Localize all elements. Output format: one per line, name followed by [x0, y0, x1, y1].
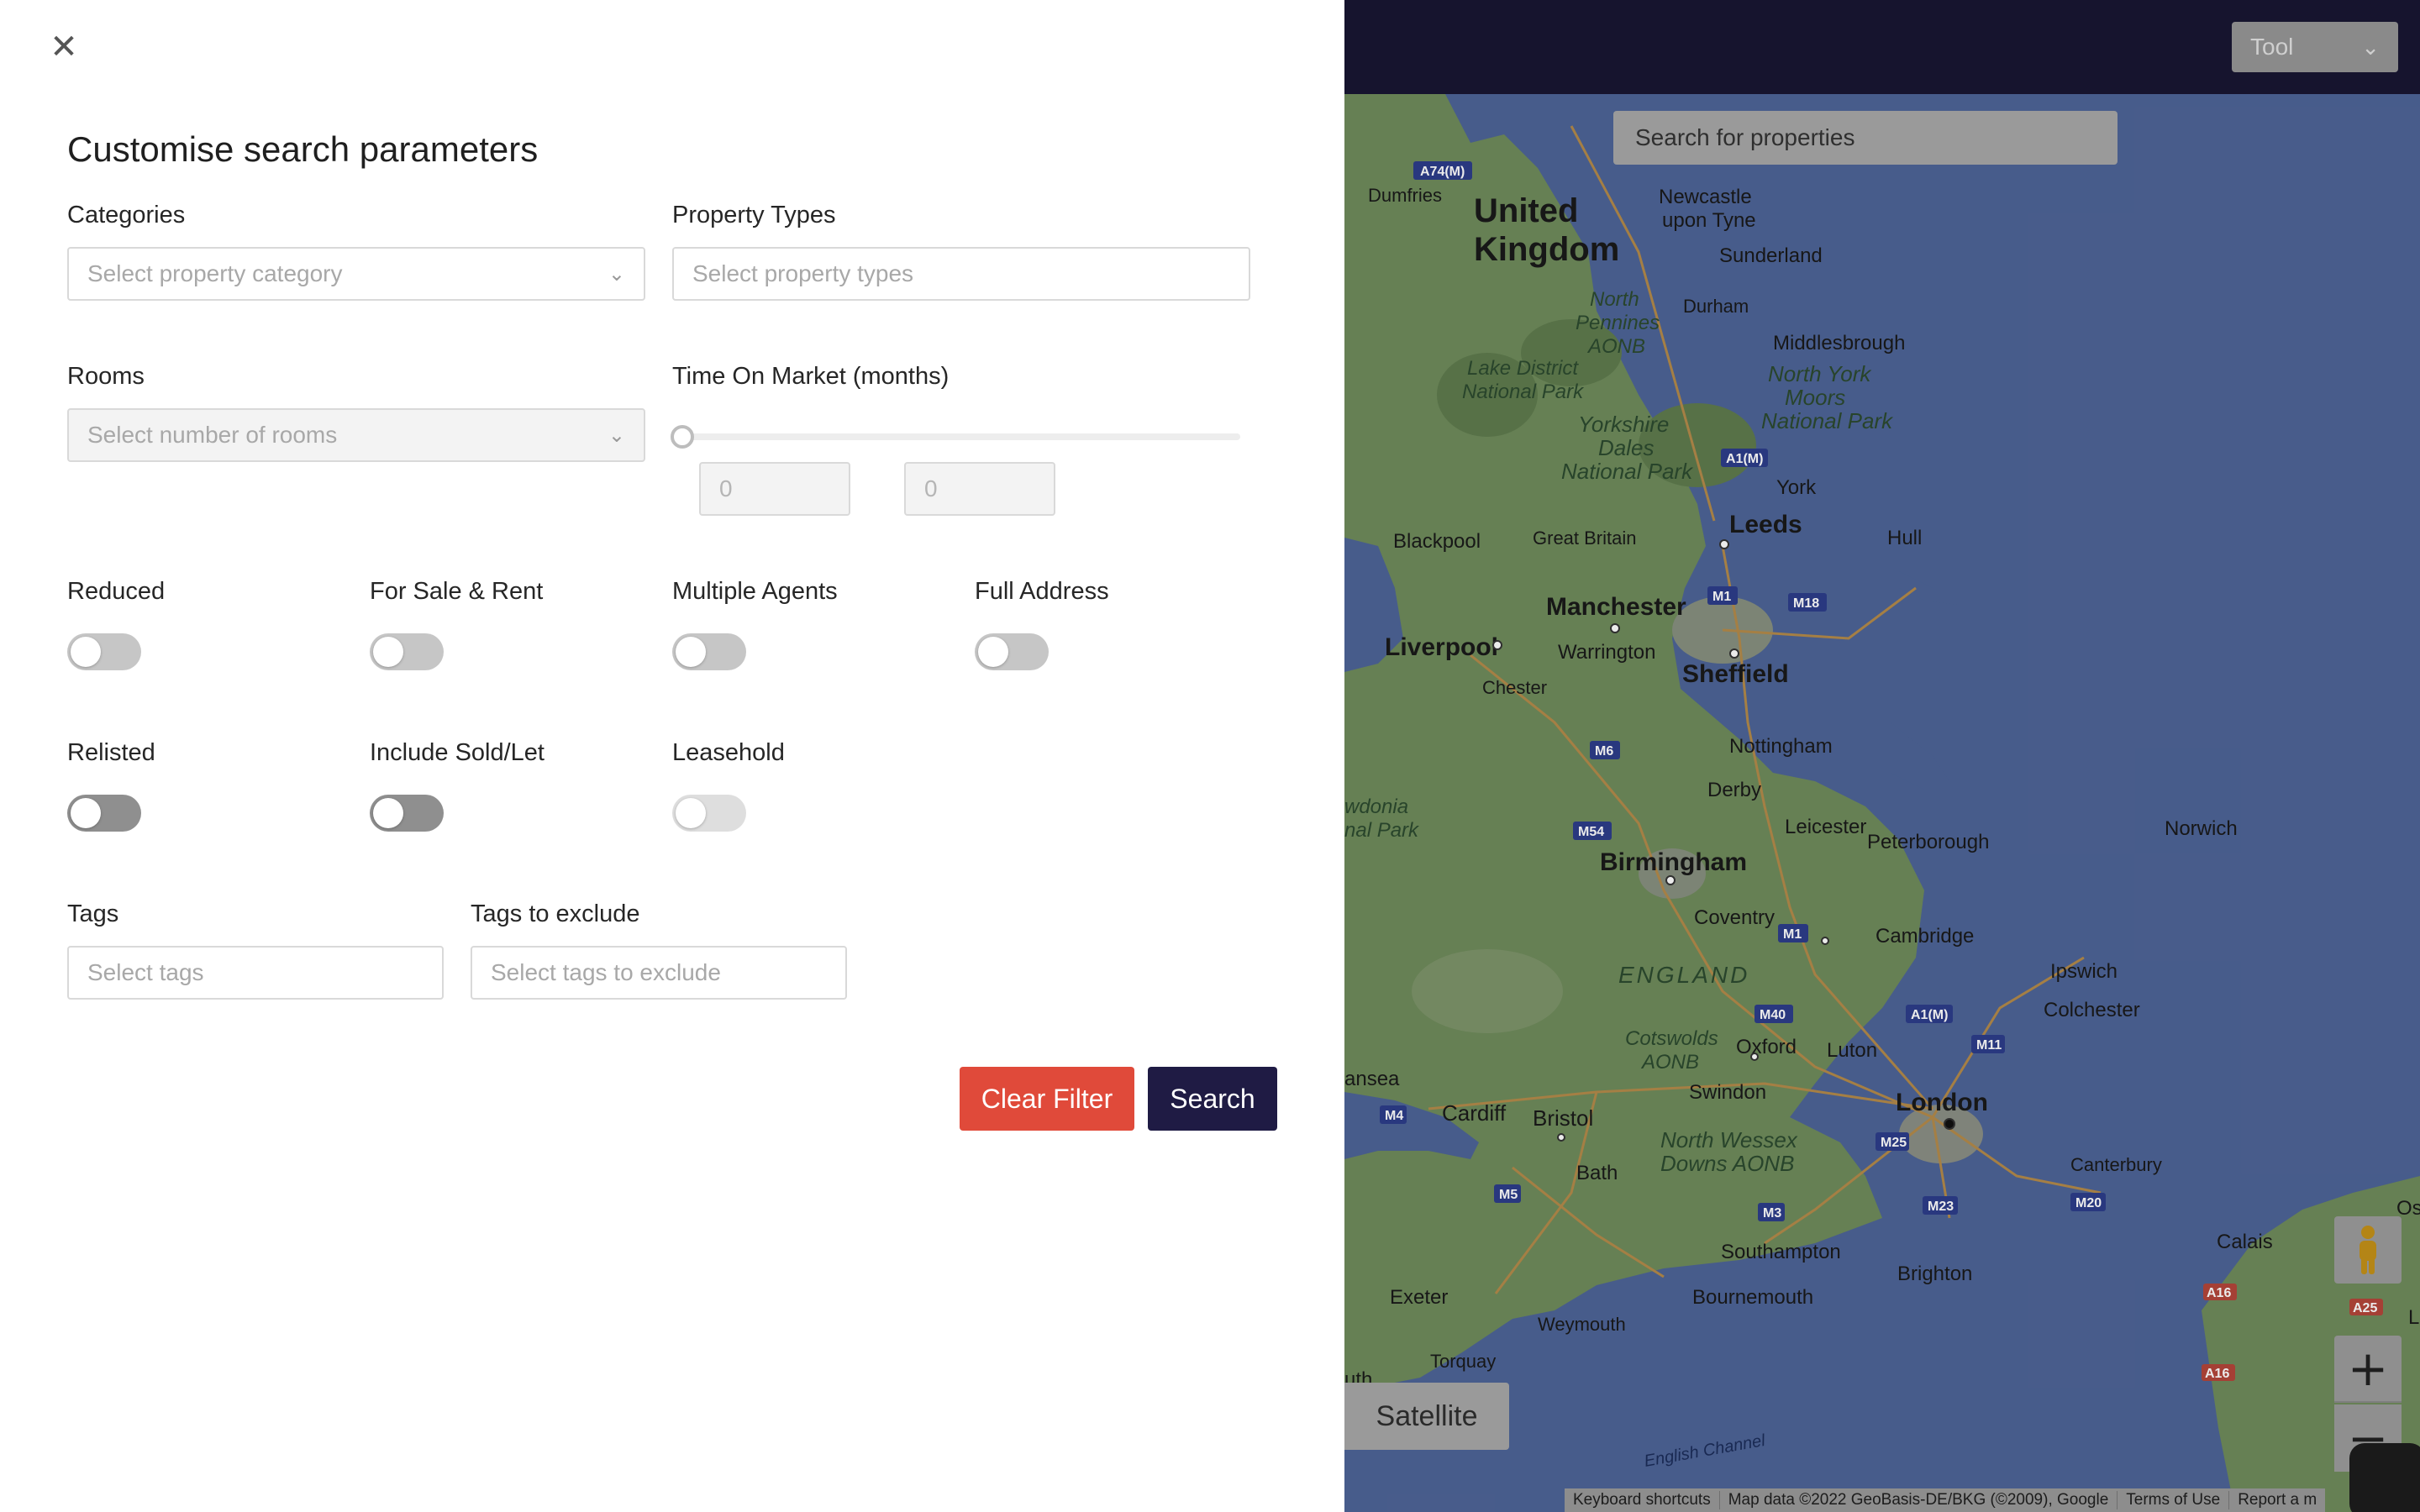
- tags-label: Tags: [67, 900, 119, 927]
- tags-exclude-select[interactable]: Select tags to exclude: [471, 946, 847, 1000]
- rooms-label: Rooms: [67, 363, 145, 390]
- map-canvas[interactable]: United Kingdom Newcastle upon Tyne Sunde…: [1344, 0, 2420, 1512]
- leasehold-toggle[interactable]: [672, 795, 746, 832]
- categories-label: Categories: [67, 202, 186, 228]
- full-address-label: Full Address: [975, 578, 1109, 605]
- relisted-toggle[interactable]: [67, 795, 141, 832]
- map-search-box[interactable]: [1613, 111, 2118, 165]
- tags-placeholder: Select tags: [87, 959, 204, 985]
- tags-exclude-placeholder: Select tags to exclude: [491, 959, 721, 985]
- tags-exclude-label: Tags to exclude: [471, 900, 640, 927]
- tool-select[interactable]: Tool ⌄: [2232, 22, 2398, 72]
- zoom-in-button[interactable]: +: [2334, 1336, 2402, 1403]
- filter-panel: ✕ Customise search parameters Categories…: [0, 0, 1344, 1512]
- property-types-label: Property Types: [672, 202, 836, 228]
- tool-select-label: Tool: [2250, 34, 2294, 60]
- time-on-market-min-input[interactable]: 0: [699, 462, 850, 516]
- rooms-select[interactable]: Select number of rooms ⌄: [67, 408, 645, 462]
- time-on-market-slider-handle[interactable]: [671, 425, 694, 449]
- chevron-down-icon: ⌄: [608, 423, 625, 447]
- for-sale-rent-toggle[interactable]: [370, 633, 444, 670]
- corner-widget[interactable]: [2349, 1443, 2420, 1512]
- satellite-toggle-button[interactable]: Satellite: [1344, 1383, 1509, 1450]
- map-data-credit: Map data ©2022 GeoBasis-DE/BKG (©2009), …: [1720, 1491, 2118, 1509]
- property-types-select[interactable]: Select property types: [672, 247, 1250, 301]
- multiple-agents-toggle[interactable]: [672, 633, 746, 670]
- street-view-pegman-icon[interactable]: [2334, 1216, 2402, 1284]
- map-view[interactable]: United Kingdom Newcastle upon Tyne Sunde…: [1344, 0, 2420, 1512]
- report-map-error-link[interactable]: Report a m: [2229, 1491, 2325, 1509]
- search-properties-input[interactable]: [1635, 124, 2096, 151]
- multiple-agents-label: Multiple Agents: [672, 578, 838, 605]
- full-address-toggle[interactable]: [975, 633, 1049, 670]
- categories-placeholder: Select property category: [87, 260, 343, 286]
- chevron-down-icon: ⌄: [608, 262, 625, 286]
- search-button[interactable]: Search: [1148, 1067, 1277, 1131]
- plus-icon: +: [2347, 1340, 2389, 1397]
- for-sale-rent-label: For Sale & Rent: [370, 578, 544, 605]
- include-sold-let-label: Include Sold/Let: [370, 739, 544, 766]
- relisted-label: Relisted: [67, 739, 155, 766]
- time-on-market-max-input[interactable]: 0: [904, 462, 1055, 516]
- tags-select[interactable]: Select tags: [67, 946, 444, 1000]
- panel-title: Customise search parameters: [67, 129, 539, 169]
- time-on-market-slider-track[interactable]: [674, 433, 1240, 440]
- close-icon[interactable]: ✕: [47, 30, 81, 64]
- property-types-placeholder: Select property types: [692, 260, 914, 286]
- map-attribution: Keyboard shortcuts Map data ©2022 GeoBas…: [1565, 1488, 2326, 1512]
- terms-of-use-link[interactable]: Terms of Use: [2118, 1491, 2230, 1509]
- reduced-toggle[interactable]: [67, 633, 141, 670]
- rooms-placeholder: Select number of rooms: [87, 422, 338, 448]
- time-on-market-label: Time On Market (months): [672, 363, 950, 390]
- clear-filter-button[interactable]: Clear Filter: [960, 1067, 1134, 1131]
- chevron-down-icon: ⌄: [2361, 34, 2380, 60]
- categories-select[interactable]: Select property category ⌄: [67, 247, 645, 301]
- keyboard-shortcuts-link[interactable]: Keyboard shortcuts: [1565, 1491, 1720, 1509]
- include-sold-let-toggle[interactable]: [370, 795, 444, 832]
- leasehold-label: Leasehold: [672, 739, 785, 766]
- reduced-label: Reduced: [67, 578, 166, 605]
